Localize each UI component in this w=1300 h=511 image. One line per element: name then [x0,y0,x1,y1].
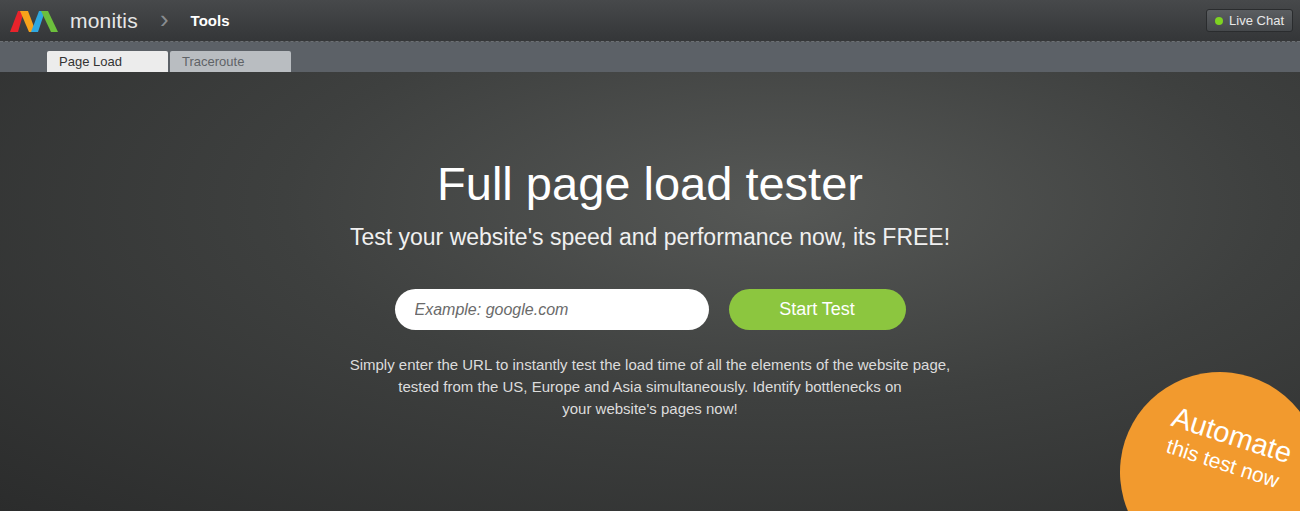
description-line: your website's pages now! [562,398,737,420]
description: Simply enter the URL to instantly test t… [350,354,951,420]
monitis-logo-icon [8,8,62,34]
hero-subtitle: Test your website's speed and performanc… [350,224,950,252]
description-line: Simply enter the URL to instantly test t… [350,354,951,376]
tab-strip: Page LoadTraceroute [0,42,1300,72]
url-input[interactable] [395,289,709,330]
tab[interactable]: Traceroute [170,51,291,72]
test-form: Start Test [395,289,906,330]
start-test-button[interactable]: Start Test [729,289,906,330]
top-bar: monitis › Tools Live Chat [0,0,1300,42]
page: monitis › Tools Live Chat Page LoadTracerout… [0,0,1300,511]
automate-badge[interactable]: Automatethis test now [1094,346,1300,511]
status-dot [1215,17,1223,25]
brand-name[interactable]: monitis [70,9,138,33]
live-chat-button[interactable]: Live Chat [1206,9,1293,32]
breadcrumb: monitis › Tools [8,8,229,34]
breadcrumb-separator: › [160,6,169,32]
section-title: Tools [191,12,230,29]
hero: Full page load tester Test your website's… [0,72,1300,511]
tab[interactable]: Page Load [47,51,168,72]
hero-title: Full page load tester [437,158,863,210]
description-line: tested from the US, Europe and Asia simu… [398,376,901,398]
